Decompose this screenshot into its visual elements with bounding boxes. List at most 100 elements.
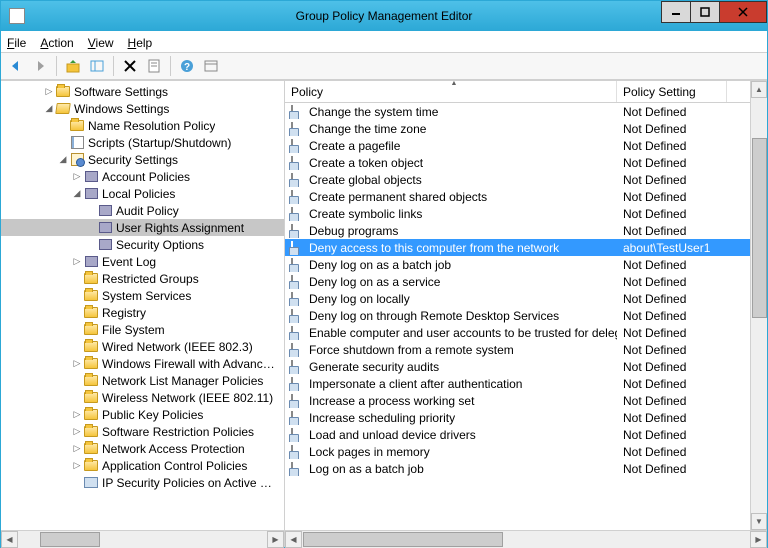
expand-icon[interactable]: ▷ xyxy=(71,460,83,471)
policy-name: Create permanent shared objects xyxy=(309,190,487,204)
scroll-right-icon[interactable]: ▶ xyxy=(750,531,767,548)
tree-item[interactable]: User Rights Assignment xyxy=(1,219,284,236)
tree-item[interactable]: IP Security Policies on Active Directory xyxy=(1,474,284,491)
tree-pane: ▷Software Settings◢Windows SettingsName … xyxy=(1,81,285,547)
policy-row[interactable]: Deny log on as a serviceNot Defined xyxy=(285,273,750,290)
help-button[interactable]: ? xyxy=(176,55,198,77)
policy-row[interactable]: Increase scheduling priorityNot Defined xyxy=(285,409,750,426)
menu-action[interactable]: Action xyxy=(40,36,73,50)
tree-item[interactable]: ▷ Public Key Policies xyxy=(1,406,284,423)
column-policy[interactable]: Policy xyxy=(285,81,617,102)
collapse-icon[interactable]: ◢ xyxy=(57,154,69,165)
tree-hscroll[interactable]: ◀ ▶ xyxy=(1,530,284,547)
expand-icon[interactable]: ▷ xyxy=(71,256,83,267)
policy-row[interactable]: Create permanent shared objectsNot Defin… xyxy=(285,188,750,205)
maximize-button[interactable] xyxy=(690,1,720,23)
policy-row[interactable]: Load and unload device driversNot Define… xyxy=(285,426,750,443)
policy-icon xyxy=(291,309,305,323)
scroll-down-icon[interactable]: ▼ xyxy=(751,513,767,530)
tree-item[interactable]: ▷Software Restriction Policies xyxy=(1,423,284,440)
tree-item[interactable]: Network List Manager Policies xyxy=(1,372,284,389)
policy-row[interactable]: Force shutdown from a remote systemNot D… xyxy=(285,341,750,358)
tree-item[interactable]: ▷Network Access Protection xyxy=(1,440,284,457)
titlebar[interactable]: Group Policy Management Editor xyxy=(1,1,767,31)
policy-row[interactable]: Change the time zoneNot Defined xyxy=(285,120,750,137)
policy-row[interactable]: Debug programsNot Defined xyxy=(285,222,750,239)
policy-row[interactable]: Deny log on as a batch jobNot Defined xyxy=(285,256,750,273)
extra-button[interactable] xyxy=(200,55,222,77)
tree-item[interactable]: Audit Policy xyxy=(1,202,284,219)
expand-icon[interactable]: ▷ xyxy=(71,171,83,182)
list-hscroll[interactable]: ◀ ▶ xyxy=(285,530,767,547)
tree-item[interactable]: Wired Network (IEEE 802.3) xyxy=(1,338,284,355)
menu-view[interactable]: View xyxy=(88,36,114,50)
close-button[interactable] xyxy=(719,1,767,23)
back-button[interactable] xyxy=(5,55,27,77)
policy-row[interactable]: Create a pagefileNot Defined xyxy=(285,137,750,154)
policy-row[interactable]: Create global objectsNot Defined xyxy=(285,171,750,188)
collapse-icon[interactable]: ◢ xyxy=(71,188,83,199)
forward-button[interactable] xyxy=(29,55,51,77)
tree-item[interactable]: Restricted Groups xyxy=(1,270,284,287)
column-policy-setting[interactable]: Policy Setting xyxy=(617,81,727,102)
tree-item[interactable]: Scripts (Startup/Shutdown) xyxy=(1,134,284,151)
minimize-button[interactable] xyxy=(661,1,691,23)
scroll-right-icon[interactable]: ▶ xyxy=(267,531,284,548)
tree-item[interactable]: Wireless Network (IEEE 802.11) xyxy=(1,389,284,406)
tree-item[interactable]: ▷Account Policies xyxy=(1,168,284,185)
tree-item[interactable]: ◢ Local Policies xyxy=(1,185,284,202)
tree-item[interactable]: Registry xyxy=(1,304,284,321)
expand-icon[interactable]: ▷ xyxy=(43,86,55,97)
policy-row[interactable]: Create symbolic linksNot Defined xyxy=(285,205,750,222)
menu-help[interactable]: Help xyxy=(128,36,153,50)
tree-item-label: Wireless Network (IEEE 802.11) xyxy=(102,391,273,405)
show-hide-tree-button[interactable] xyxy=(86,55,108,77)
menu-file[interactable]: File xyxy=(7,36,26,50)
scroll-left-icon[interactable]: ◀ xyxy=(285,531,302,548)
collapse-icon[interactable]: ◢ xyxy=(43,103,55,114)
tree-item[interactable]: File System xyxy=(1,321,284,338)
tree-item-label: Local Policies xyxy=(102,187,175,201)
policy-setting: Not Defined xyxy=(617,394,727,408)
policy-row[interactable]: Deny log on through Remote Desktop Servi… xyxy=(285,307,750,324)
book-icon xyxy=(83,255,99,269)
tree-item[interactable]: Security Options xyxy=(1,236,284,253)
tree-item[interactable]: ▷Event Log xyxy=(1,253,284,270)
tree-item[interactable]: ▷Windows Firewall with Advanced Security xyxy=(1,355,284,372)
policy-row[interactable]: Impersonate a client after authenticatio… xyxy=(285,375,750,392)
policy-row[interactable]: Generate security auditsNot Defined xyxy=(285,358,750,375)
tree-item[interactable]: Name Resolution Policy xyxy=(1,117,284,134)
list-body[interactable]: Change the system timeNot DefinedChange … xyxy=(285,103,750,530)
tree-item[interactable]: ◢ Security Settings xyxy=(1,151,284,168)
expand-icon[interactable]: ▷ xyxy=(71,426,83,437)
scroll-left-icon[interactable]: ◀ xyxy=(1,531,18,548)
policy-icon xyxy=(291,411,305,425)
up-button[interactable] xyxy=(62,55,84,77)
policy-row[interactable]: Lock pages in memoryNot Defined xyxy=(285,443,750,460)
expand-icon[interactable]: ▷ xyxy=(71,358,83,369)
tree-scroll[interactable]: ▷Software Settings◢Windows SettingsName … xyxy=(1,81,284,530)
tree-item[interactable]: ▷Software Settings xyxy=(1,83,284,100)
tree-item-label: Public Key Policies xyxy=(102,408,203,422)
expand-icon[interactable]: ▷ xyxy=(71,443,83,454)
policy-name: Lock pages in memory xyxy=(309,445,430,459)
policy-row[interactable]: Increase a process working setNot Define… xyxy=(285,392,750,409)
tree-item-label: Wired Network (IEEE 802.3) xyxy=(102,340,253,354)
policy-row[interactable]: Create a token objectNot Defined xyxy=(285,154,750,171)
tree-item-label: Security Settings xyxy=(88,153,178,167)
folder-closed-icon xyxy=(83,459,99,473)
tree-item[interactable]: ▷Application Control Policies xyxy=(1,457,284,474)
policy-row[interactable]: Deny log on locallyNot Defined xyxy=(285,290,750,307)
properties-button[interactable] xyxy=(143,55,165,77)
list-vscroll[interactable]: ▲ ▼ xyxy=(750,81,767,530)
delete-button[interactable] xyxy=(119,55,141,77)
policy-row[interactable]: Deny access to this computer from the ne… xyxy=(285,239,750,256)
policy-row[interactable]: Enable computer and user accounts to be … xyxy=(285,324,750,341)
folder-closed-icon xyxy=(83,289,99,303)
policy-row[interactable]: Change the system timeNot Defined xyxy=(285,103,750,120)
tree-item[interactable]: System Services xyxy=(1,287,284,304)
policy-row[interactable]: Log on as a batch jobNot Defined xyxy=(285,460,750,477)
tree-item[interactable]: ◢Windows Settings xyxy=(1,100,284,117)
scroll-up-icon[interactable]: ▲ xyxy=(751,81,767,98)
expand-icon[interactable]: ▷ xyxy=(71,409,83,420)
